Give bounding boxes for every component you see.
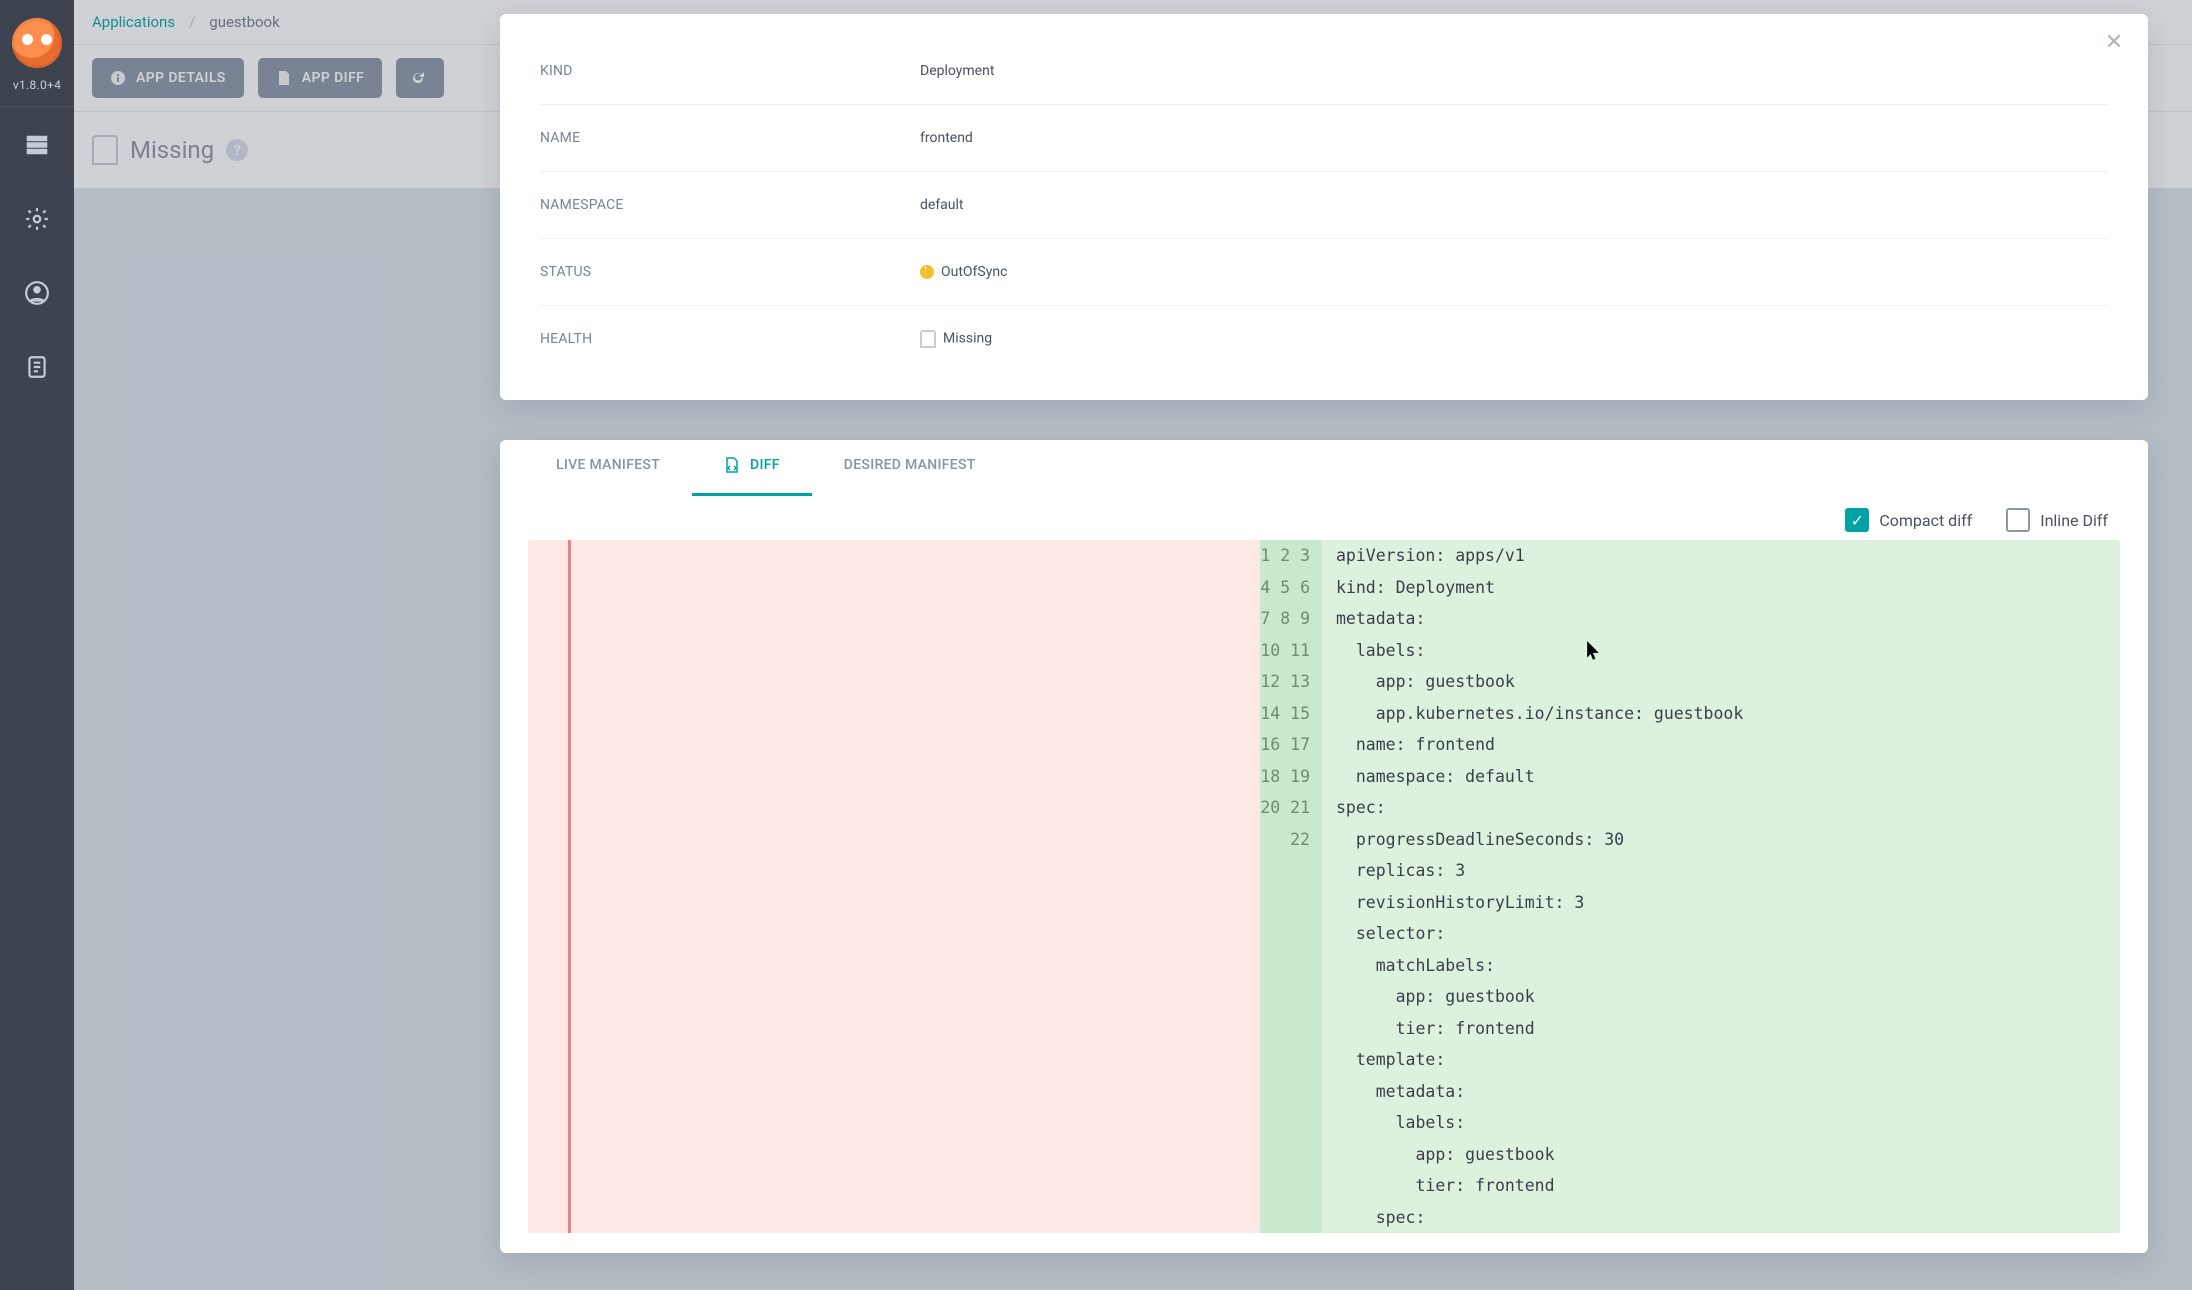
tab-desired-manifest[interactable]: DESIRED MANIFEST xyxy=(812,437,1008,496)
inline-diff-checkbox[interactable]: Inline Diff xyxy=(2006,508,2108,532)
summary-value: frontend xyxy=(920,130,973,146)
nav-user-icon[interactable] xyxy=(23,279,51,307)
nav-apps-icon[interactable] xyxy=(23,131,51,159)
health-missing-icon xyxy=(920,330,936,348)
resource-panel: ✕ KINDDeploymentNAMEfrontendNAMESPACEdef… xyxy=(500,14,2148,1290)
summary-card: ✕ KINDDeploymentNAMEfrontendNAMESPACEdef… xyxy=(500,14,2148,400)
diff-code: apiVersion: apps/v1 kind: Deployment met… xyxy=(1322,540,2120,1233)
rail-divider xyxy=(0,106,74,107)
tab-live-manifest[interactable]: LIVE MANIFEST xyxy=(524,437,692,496)
diff-file-icon xyxy=(724,457,740,473)
tab-desired-label: DESIRED MANIFEST xyxy=(844,457,976,473)
diff-added-pane: 1 2 3 4 5 6 7 8 9 10 11 12 13 14 15 16 1… xyxy=(1260,540,2120,1233)
compact-diff-checkbox[interactable]: ✓ Compact diff xyxy=(1845,508,1972,532)
summary-key: KIND xyxy=(540,63,920,79)
diff-removed-pane xyxy=(528,540,1260,1233)
summary-row: NAMEfrontend xyxy=(540,105,2108,172)
summary-key: NAME xyxy=(540,130,920,146)
summary-value: Missing xyxy=(920,330,992,348)
diff-view: 1 2 3 4 5 6 7 8 9 10 11 12 13 14 15 16 1… xyxy=(500,540,2148,1243)
tab-live-label: LIVE MANIFEST xyxy=(556,457,660,473)
summary-row: NAMESPACEdefault xyxy=(540,172,2108,239)
summary-row: KINDDeployment xyxy=(540,38,2108,105)
diff-controls: ✓ Compact diff Inline Diff xyxy=(500,496,2148,540)
summary-key: HEALTH xyxy=(540,331,920,347)
nav-settings-icon[interactable] xyxy=(23,205,51,233)
checkbox-checked-icon: ✓ xyxy=(1845,508,1869,532)
nav-docs-icon[interactable] xyxy=(23,353,51,381)
close-icon[interactable]: ✕ xyxy=(2100,28,2128,56)
compact-diff-label: Compact diff xyxy=(1879,511,1972,530)
manifest-tabs: LIVE MANIFEST DIFF DESIRED MANIFEST xyxy=(500,440,2148,496)
summary-row: HEALTHMissing xyxy=(540,306,2108,372)
summary-key: STATUS xyxy=(540,264,920,280)
checkbox-icon xyxy=(2006,508,2030,532)
inline-diff-label: Inline Diff xyxy=(2040,511,2108,530)
tab-diff[interactable]: DIFF xyxy=(692,437,812,496)
summary-value: Deployment xyxy=(920,63,994,79)
diff-line-numbers: 1 2 3 4 5 6 7 8 9 10 11 12 13 14 15 16 1… xyxy=(1260,540,1322,1233)
summary-key: NAMESPACE xyxy=(540,197,920,213)
tab-diff-label: DIFF xyxy=(750,457,780,473)
summary-value: default xyxy=(920,197,964,213)
version-label: v1.8.0+4 xyxy=(13,78,61,92)
manifest-card: LIVE MANIFEST DIFF DESIRED MANIFEST ✓ Co… xyxy=(500,440,2148,1253)
out-of-sync-icon xyxy=(920,265,934,279)
argo-logo-icon xyxy=(12,18,62,68)
summary-row: STATUSOutOfSync xyxy=(540,239,2108,306)
nav-rail: v1.8.0+4 xyxy=(0,0,74,1290)
summary-value: OutOfSync xyxy=(920,264,1007,280)
